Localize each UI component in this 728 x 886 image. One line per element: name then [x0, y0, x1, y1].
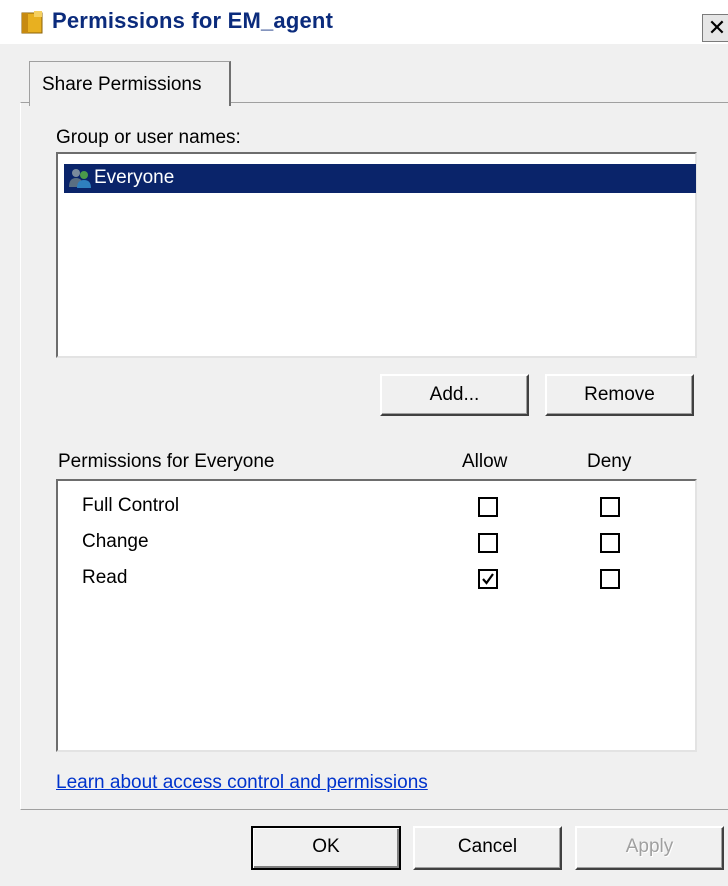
list-item-everyone[interactable]: Everyone	[64, 164, 696, 193]
title-bar: Permissions for EM_agent ✕	[0, 0, 728, 44]
user-name: Everyone	[94, 167, 175, 188]
close-icon: ✕	[707, 15, 727, 40]
add-button[interactable]: Add...	[380, 374, 529, 416]
permissions-list: Full Control Change Read	[56, 479, 697, 752]
folder-icon	[21, 11, 43, 34]
apply-button-label: Apply	[625, 836, 674, 857]
permission-name: Read	[82, 567, 128, 588]
apply-button[interactable]: Apply	[575, 826, 724, 870]
tab-label: Share Permissions	[42, 74, 202, 95]
deny-read-checkbox[interactable]	[600, 569, 620, 589]
permission-name: Full Control	[82, 495, 180, 516]
allow-header: Allow	[462, 451, 508, 472]
cancel-button[interactable]: Cancel	[413, 826, 562, 870]
learn-more-link[interactable]: Learn about access control and permissio…	[56, 772, 428, 794]
permission-row-change: Change	[58, 527, 695, 561]
checkmark-icon	[482, 573, 494, 585]
permission-row-full-control: Full Control	[58, 491, 695, 525]
allow-change-checkbox[interactable]	[478, 533, 498, 553]
allow-read-checkbox[interactable]	[478, 569, 498, 589]
deny-header: Deny	[587, 451, 632, 472]
remove-button-label: Remove	[584, 384, 655, 405]
close-button[interactable]: ✕	[702, 14, 728, 42]
add-button-label: Add...	[429, 384, 480, 405]
deny-full-control-checkbox[interactable]	[600, 497, 620, 517]
window-title: Permissions for EM_agent	[52, 8, 334, 33]
users-icon	[69, 169, 91, 188]
deny-change-checkbox[interactable]	[600, 533, 620, 553]
permission-row-read: Read	[58, 563, 695, 597]
ok-button[interactable]: OK	[251, 826, 401, 870]
cancel-button-label: Cancel	[457, 836, 518, 857]
permissions-header: Permissions for Everyone	[58, 451, 275, 472]
user-listbox[interactable]: Everyone	[56, 152, 697, 358]
ok-button-label: OK	[312, 836, 340, 857]
allow-full-control-checkbox[interactable]	[478, 497, 498, 517]
remove-button[interactable]: Remove	[545, 374, 694, 416]
group-label: Group or user names:	[56, 127, 241, 148]
permission-name: Change	[82, 531, 149, 552]
tab-share-permissions[interactable]: Share Permissions	[29, 61, 231, 106]
